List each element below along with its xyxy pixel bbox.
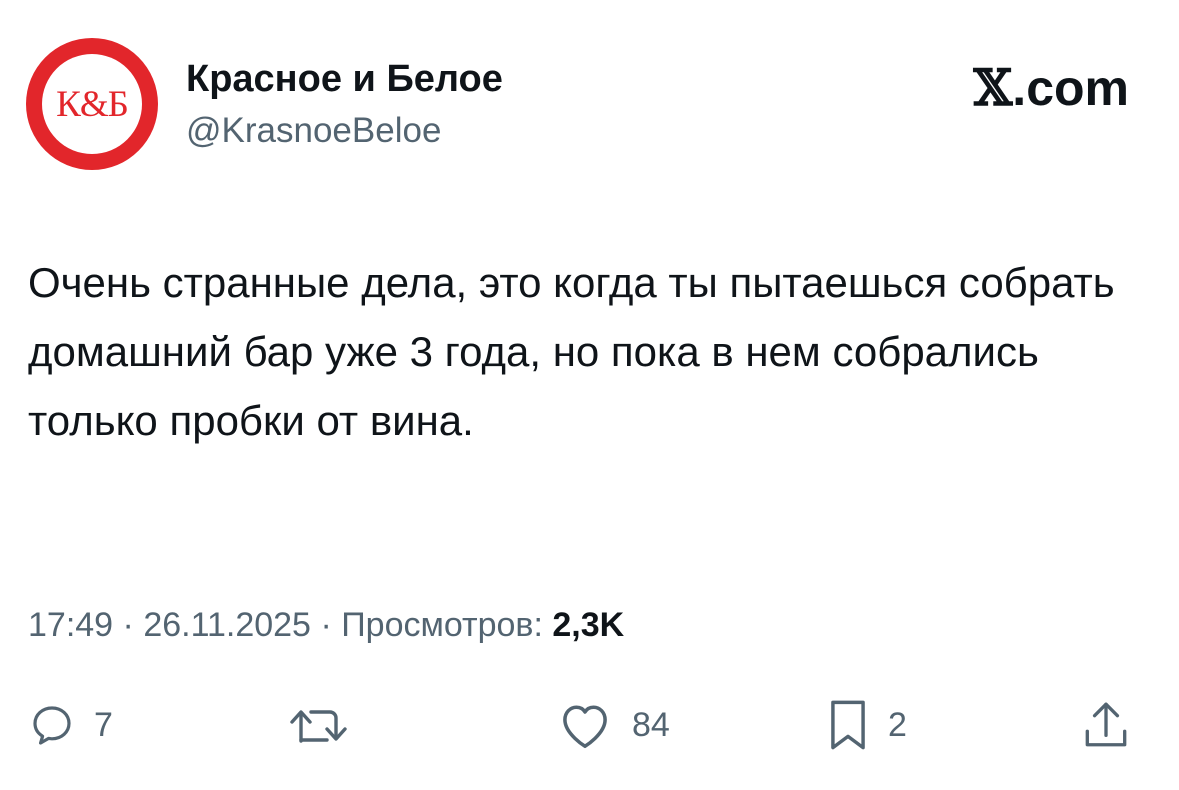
tweet-meta: 17:49 · 26.11.2025 · Просмотров: 2,3K bbox=[28, 603, 624, 647]
share-button[interactable] bbox=[1083, 690, 1129, 760]
bookmark-count: 2 bbox=[888, 706, 907, 744]
x-logo-icon: 𝕏 bbox=[973, 58, 1013, 117]
tweet-time[interactable]: 17:49 bbox=[28, 606, 113, 644]
avatar[interactable]: К&Б bbox=[26, 38, 158, 170]
meta-separator: · bbox=[122, 606, 134, 644]
x-brand-logo: 𝕏.com bbox=[974, 58, 1130, 118]
x-brand-suffix: .com bbox=[1012, 60, 1129, 116]
meta-separator: · bbox=[320, 606, 332, 644]
views-count: 2,3K bbox=[552, 606, 625, 644]
bookmark-button[interactable]: 2 bbox=[826, 690, 907, 760]
display-name[interactable]: Красное и Белое bbox=[186, 57, 503, 101]
avatar-logo: К&Б bbox=[56, 83, 129, 125]
retweet-icon bbox=[290, 710, 347, 743]
like-count: 84 bbox=[632, 706, 670, 744]
reply-icon bbox=[33, 706, 71, 745]
views-label: Просмотров: bbox=[341, 606, 543, 644]
share-icon bbox=[1085, 702, 1127, 747]
avatar-inner: К&Б bbox=[42, 54, 142, 154]
reply-button[interactable]: 7 bbox=[28, 690, 113, 760]
bookmark-icon bbox=[831, 700, 865, 750]
heart-icon bbox=[563, 705, 607, 749]
action-bar: 7 84 2 bbox=[0, 690, 1179, 770]
tweet-text: Очень странные дела, это когда ты пытаеш… bbox=[28, 259, 1115, 444]
tweet-date[interactable]: 26.11.2025 bbox=[143, 606, 311, 644]
reply-count: 7 bbox=[94, 706, 113, 744]
user-handle[interactable]: @KrasnoeBeloe bbox=[186, 110, 441, 152]
like-button[interactable]: 84 bbox=[556, 690, 670, 760]
retweet-button[interactable] bbox=[285, 690, 375, 760]
